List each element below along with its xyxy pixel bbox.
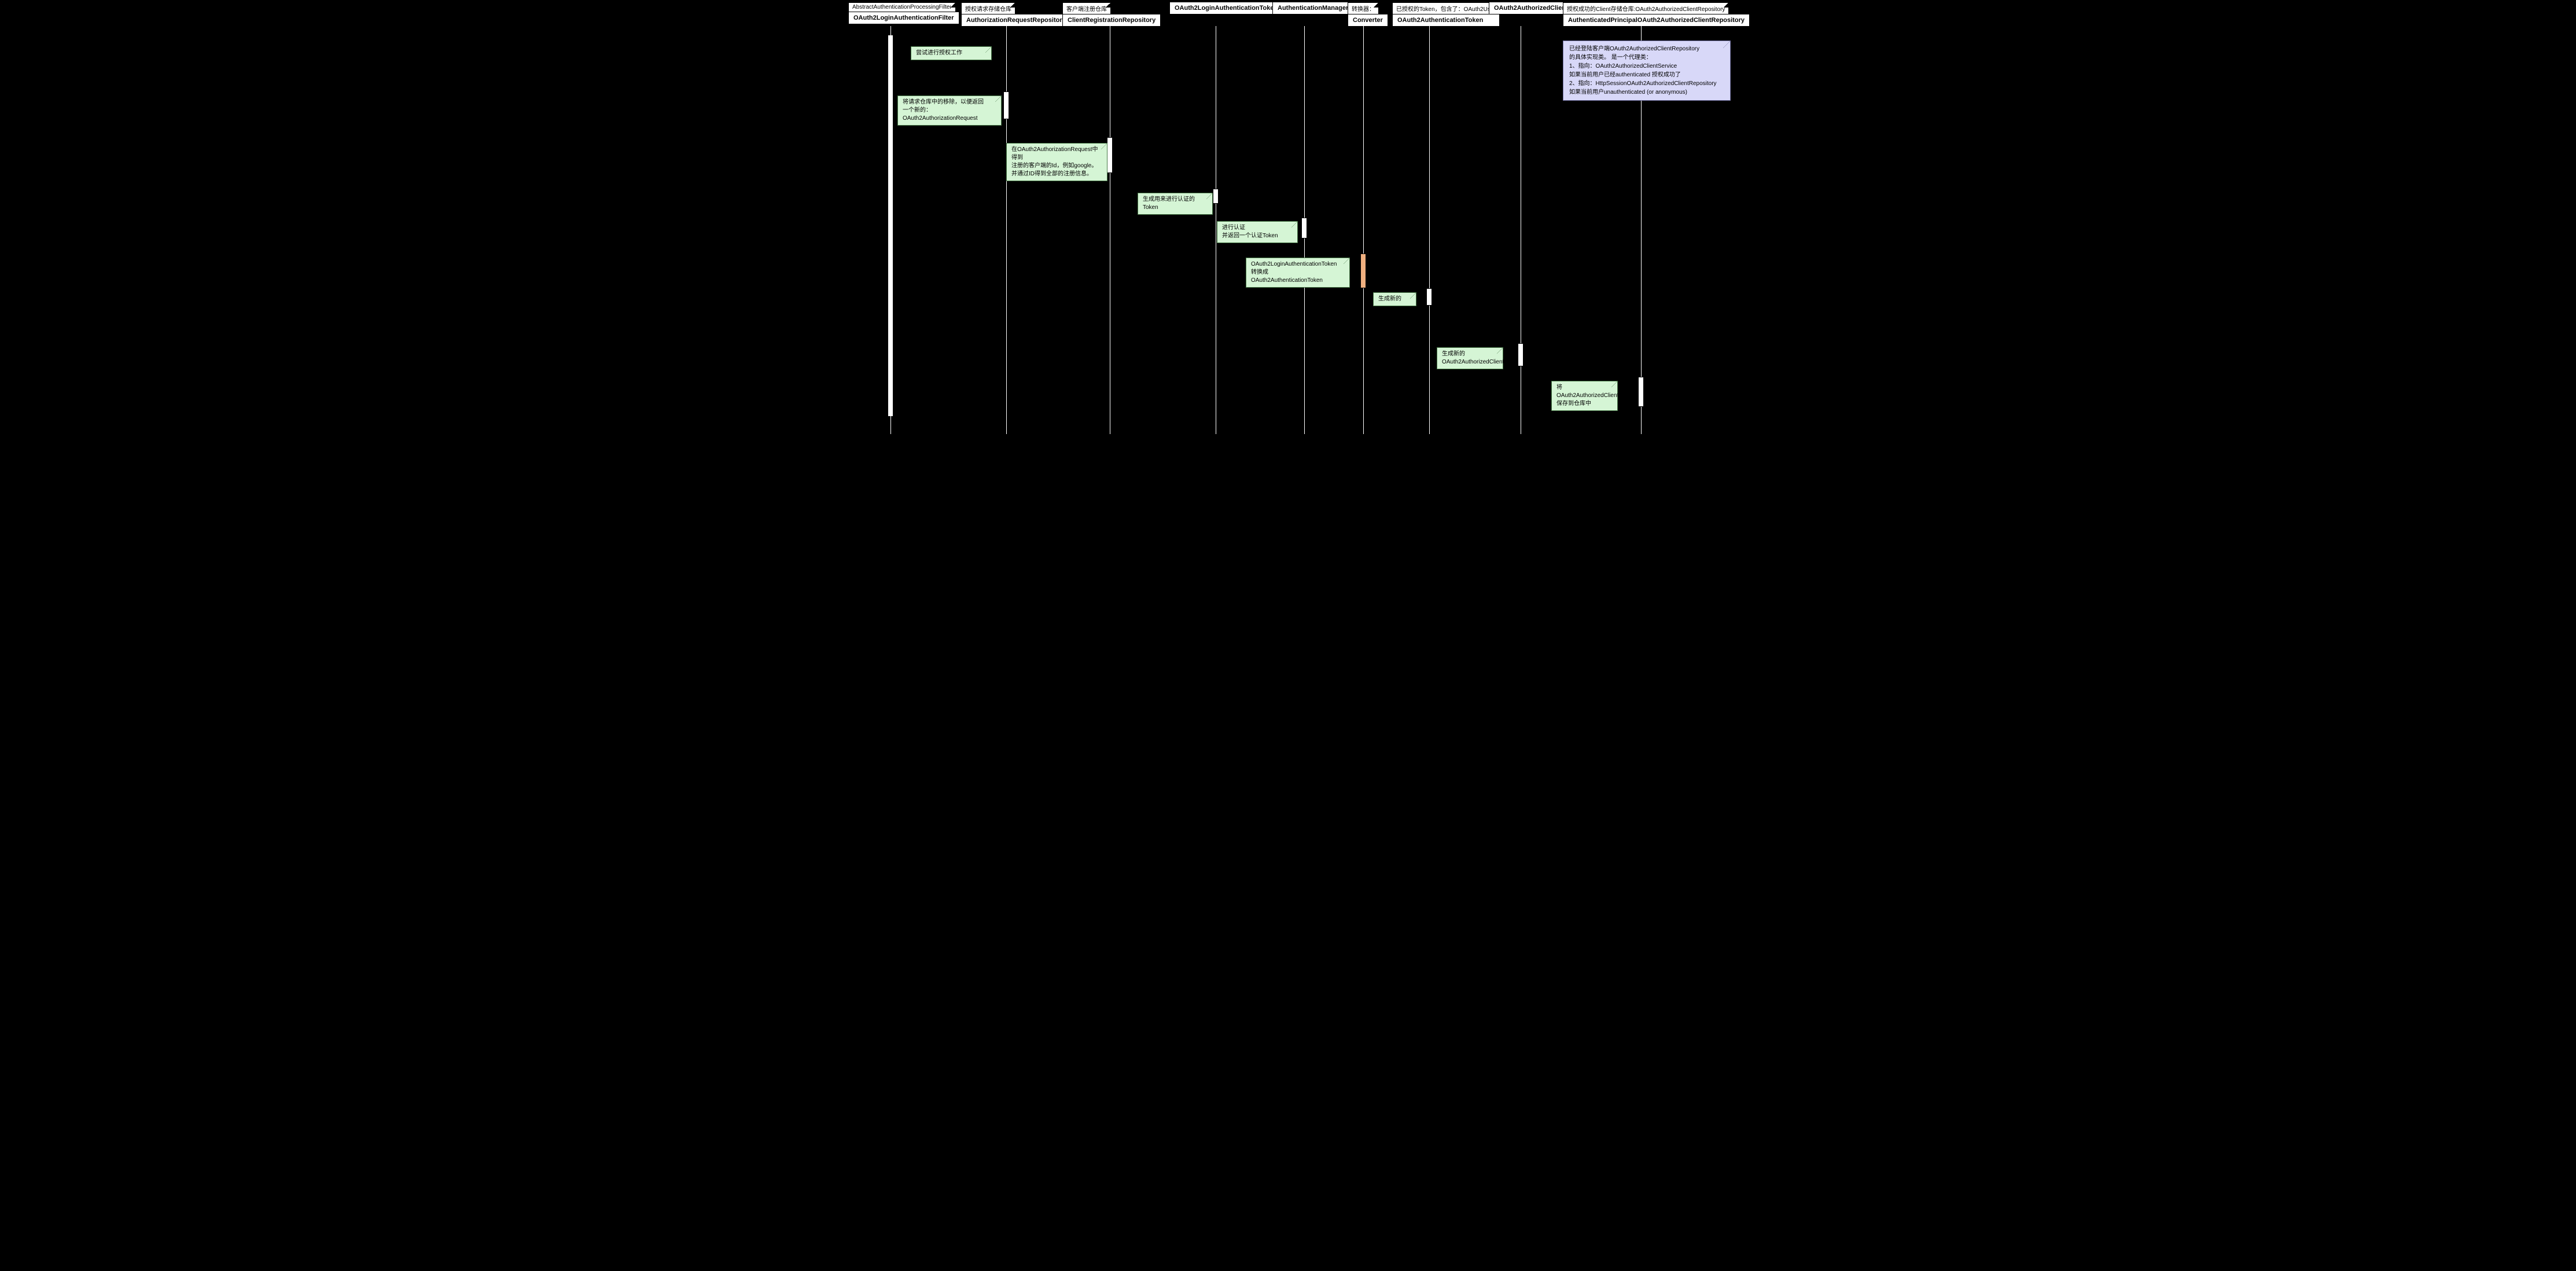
sequence-note: 生成新的 OAuth2AuthorizedClient bbox=[1437, 347, 1503, 369]
sequence-note: 在OAuth2AuthorizationRequest中得到 注册的客户端的Id… bbox=[1006, 143, 1107, 181]
participant-head: AuthenticatedPrincipalOAuth2AuthorizedCl… bbox=[1563, 14, 1750, 27]
participant: OAuth2AuthorizedClient bbox=[1489, 2, 1573, 14]
participant-tag: 转换器： bbox=[1348, 2, 1379, 14]
participant-head: Converter bbox=[1348, 14, 1388, 27]
info-note: 已经登陆客户端OAuth2AuthorizedClientRepository的… bbox=[1563, 41, 1731, 101]
participant: AbstractAuthenticationProcessingFilterOA… bbox=[848, 2, 959, 24]
activation-bar bbox=[1638, 377, 1644, 407]
participant-head: OAuth2LoginAuthenticationToken bbox=[1169, 2, 1283, 14]
participant-head: OAuth2AuthorizedClient bbox=[1489, 2, 1573, 14]
sequence-note: 生成用来进行认证的Token bbox=[1138, 193, 1213, 215]
activation-bar bbox=[1107, 137, 1113, 173]
activation-bar bbox=[1360, 254, 1366, 288]
participant-tag: AbstractAuthenticationProcessingFilter bbox=[848, 2, 956, 12]
sequence-note: 尝试进行授权工作 bbox=[911, 46, 992, 60]
sequence-note: OAuth2LoginAuthenticationToken 转换成 OAuth… bbox=[1246, 258, 1350, 288]
activation-bar bbox=[1213, 189, 1219, 204]
participant-head: AuthorizationRequestRepository bbox=[961, 14, 1071, 27]
lifeline bbox=[1006, 26, 1007, 434]
participant-head: OAuth2LoginAuthenticationFilter bbox=[848, 12, 959, 24]
participant: 转换器：Converter bbox=[1348, 2, 1388, 27]
sequence-note: 将 OAuth2AuthorizedClient 保存到仓库中 bbox=[1551, 381, 1618, 411]
participant-head: AuthenticationManager bbox=[1272, 2, 1353, 14]
participant-tag: 授权成功的Client存储仓库:OAuth2AuthorizedClientRe… bbox=[1563, 2, 1729, 14]
participant-tag: 客户端注册仓库 bbox=[1062, 2, 1111, 14]
participant: AuthenticationManager bbox=[1272, 2, 1353, 14]
activation-bar bbox=[1301, 218, 1307, 238]
activation-bar bbox=[1426, 288, 1432, 306]
sequence-note: 进行认证 并返回一个认证Token bbox=[1217, 221, 1298, 243]
activation-bar bbox=[1518, 343, 1523, 366]
activation-bar bbox=[1003, 91, 1009, 119]
lifeline bbox=[890, 26, 891, 434]
participant: 授权请求存储仓库AuthorizationRequestRepository bbox=[961, 2, 1071, 27]
participant: OAuth2LoginAuthenticationToken bbox=[1169, 2, 1283, 14]
lifeline bbox=[1429, 26, 1430, 434]
participant-head: ClientRegistrationRepository bbox=[1062, 14, 1161, 27]
sequence-note: 将请求仓库中的移除，以便返回 一个新的：OAuth2AuthorizationR… bbox=[897, 95, 1002, 126]
lifeline bbox=[1363, 26, 1364, 434]
sequence-note: 生成新的 bbox=[1373, 292, 1416, 306]
participant: 客户端注册仓库ClientRegistrationRepository bbox=[1062, 2, 1161, 27]
participant-head: OAuth2AuthenticationToken bbox=[1392, 14, 1500, 27]
participant: 授权成功的Client存储仓库:OAuth2AuthorizedClientRe… bbox=[1563, 2, 1750, 27]
participant-tag: 已授权的Token，包含了：OAuth2User bbox=[1392, 2, 1500, 14]
participant: 已授权的Token，包含了：OAuth2UserOAuth2Authentica… bbox=[1392, 2, 1500, 27]
participant-tag: 授权请求存储仓库 bbox=[961, 2, 1015, 14]
